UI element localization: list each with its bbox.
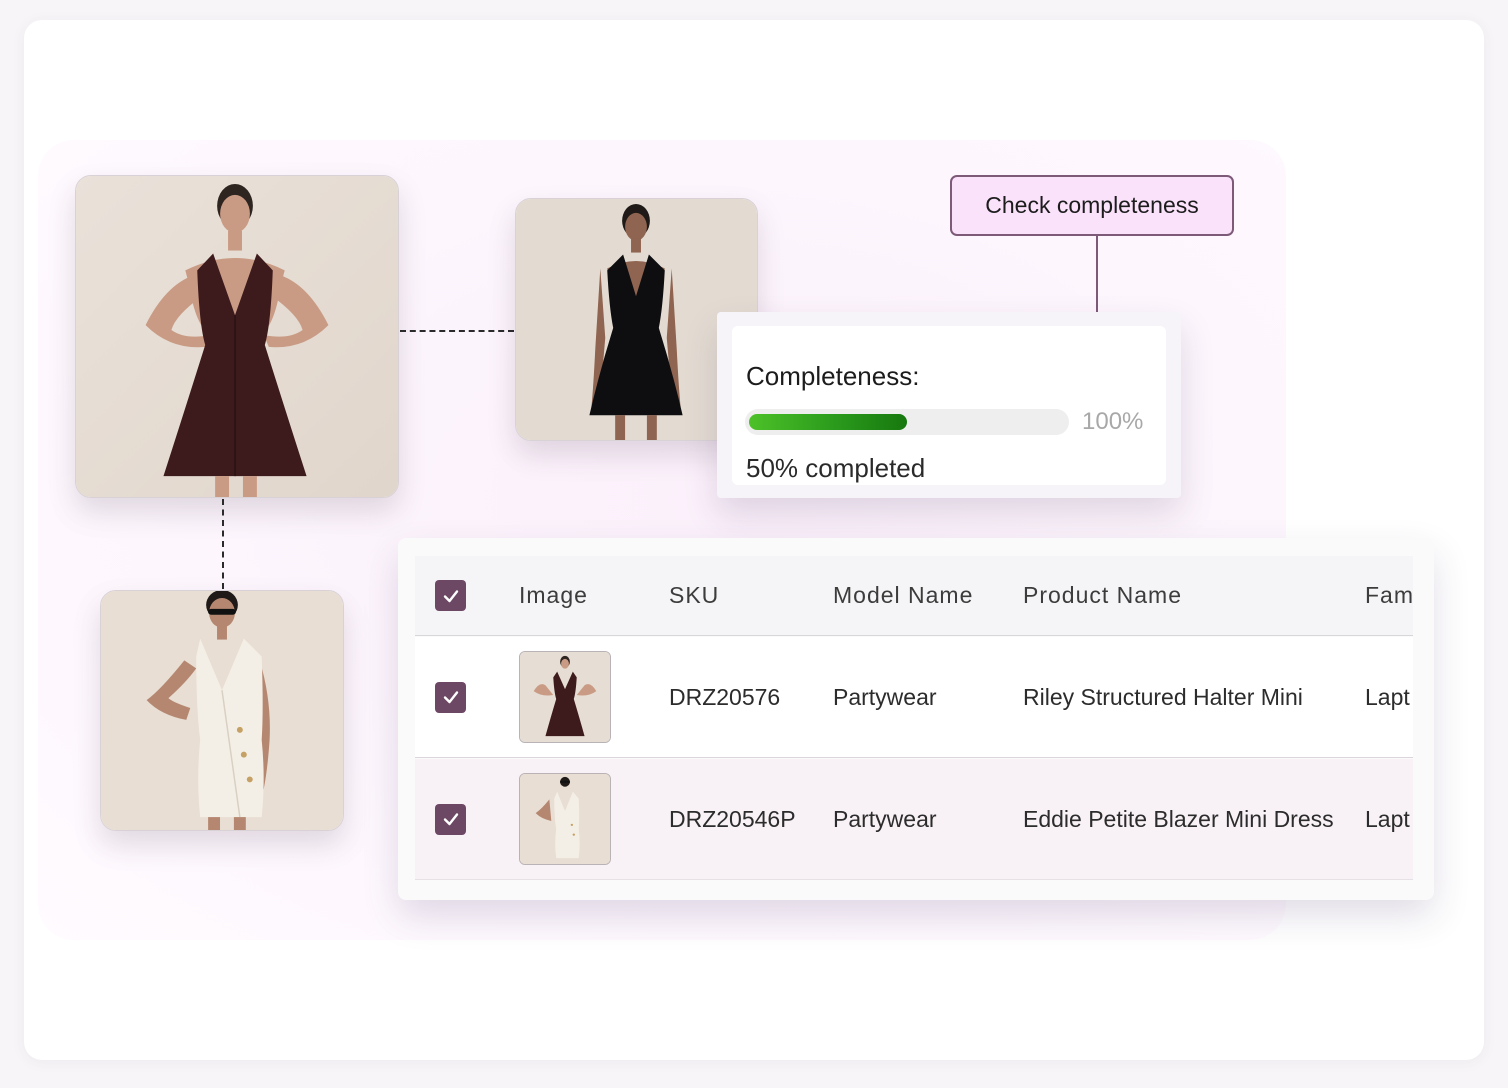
row-checkbox[interactable] xyxy=(435,681,466,713)
row-family: Lapt xyxy=(1365,805,1410,832)
select-all-checkbox[interactable] xyxy=(435,580,466,611)
table-row[interactable]: DRZ20546P Partywear Eddie Petite Blazer … xyxy=(415,759,1413,880)
row-family: Lapt xyxy=(1365,683,1410,710)
column-header-image[interactable]: Image xyxy=(519,556,588,635)
product-thumbnail[interactable] xyxy=(519,651,611,743)
checkmark-icon xyxy=(443,813,458,826)
table-header-row: Image SKU Model Name Product Name Fam xyxy=(415,556,1413,636)
row-checkbox[interactable] xyxy=(435,803,466,835)
completeness-panel: Completeness: 100% 50% completed xyxy=(732,326,1166,485)
row-select-cell xyxy=(435,759,466,879)
progress-max-label: 100% xyxy=(1082,408,1144,435)
dashed-connector-horizontal xyxy=(400,330,514,332)
completeness-progress-bar xyxy=(745,409,1069,435)
column-header-model-name[interactable]: Model Name xyxy=(833,556,973,635)
row-model-name: Partywear xyxy=(833,683,937,710)
table-row[interactable]: DRZ20576 Partywear Riley Structured Halt… xyxy=(415,637,1413,758)
column-header-product-name[interactable]: Product Name xyxy=(1023,556,1182,635)
product-table-card: Image SKU Model Name Product Name Fam DR… xyxy=(398,538,1434,900)
row-product-name: Riley Structured Halter Mini xyxy=(1023,683,1303,710)
dashed-connector-vertical xyxy=(222,499,224,589)
select-all-cell xyxy=(435,556,466,635)
row-sku: DRZ20546P xyxy=(669,805,796,832)
completeness-card: Completeness: 100% 50% completed xyxy=(717,312,1181,498)
product-photo-white-blazer-dress[interactable] xyxy=(100,590,344,831)
column-header-sku[interactable]: SKU xyxy=(669,556,719,635)
completeness-title: Completeness: xyxy=(746,361,920,391)
product-photo-maroon-dress[interactable] xyxy=(75,175,399,498)
completeness-progress-fill xyxy=(749,414,907,430)
row-sku: DRZ20576 xyxy=(669,683,781,710)
checkmark-icon xyxy=(443,589,458,602)
product-thumbnail[interactable] xyxy=(519,773,611,865)
row-model-name: Partywear xyxy=(833,805,937,832)
product-table: Image SKU Model Name Product Name Fam DR… xyxy=(415,556,1413,882)
completeness-status: 50% completed xyxy=(746,453,926,483)
row-image-cell xyxy=(519,759,611,879)
column-header-family[interactable]: Fam xyxy=(1365,556,1413,635)
row-image-cell xyxy=(519,637,611,757)
row-product-name: Eddie Petite Blazer Mini Dress xyxy=(1023,805,1334,832)
check-completeness-button[interactable]: Check completeness xyxy=(950,175,1234,236)
checkmark-icon xyxy=(443,691,458,704)
row-select-cell xyxy=(435,637,466,757)
